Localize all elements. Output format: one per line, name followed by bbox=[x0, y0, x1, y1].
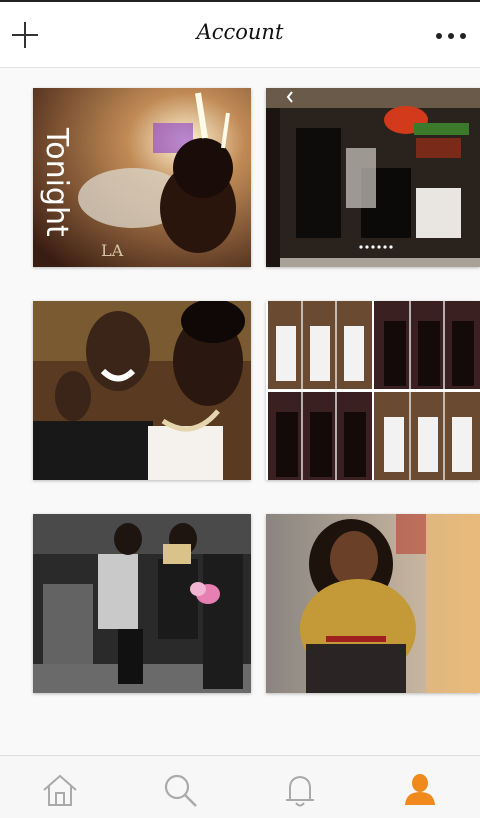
photo-tile-6[interactable] bbox=[266, 514, 480, 693]
photo-image bbox=[266, 301, 480, 480]
photo-image: Tonight LA bbox=[33, 88, 251, 267]
photo-grid: Tonight LA bbox=[0, 68, 480, 755]
photo-image bbox=[33, 301, 251, 480]
photo-tile-5[interactable] bbox=[33, 514, 251, 693]
tab-notifications[interactable] bbox=[280, 770, 320, 810]
photo-image bbox=[266, 88, 480, 267]
photo-tile-2[interactable] bbox=[266, 88, 480, 267]
person-icon bbox=[405, 774, 435, 805]
page-title: Account bbox=[196, 20, 284, 44]
bottom-tab-bar bbox=[0, 755, 480, 818]
photo-tile-1[interactable]: Tonight LA bbox=[33, 88, 251, 267]
photo-tile-4[interactable] bbox=[266, 301, 480, 480]
photo-caption: Tonight bbox=[39, 127, 74, 237]
app-header: Account bbox=[0, 0, 480, 68]
home-icon bbox=[43, 774, 77, 806]
bell-icon bbox=[286, 775, 314, 807]
tab-search[interactable] bbox=[160, 770, 200, 810]
photo-image bbox=[33, 514, 251, 693]
photo-tile-3[interactable] bbox=[33, 301, 251, 480]
tab-profile[interactable] bbox=[400, 770, 440, 810]
more-dots-icon[interactable] bbox=[436, 33, 466, 39]
tab-home[interactable] bbox=[40, 770, 80, 810]
photo-image bbox=[266, 514, 480, 693]
search-icon bbox=[164, 774, 197, 807]
photo-overlay-letters: LA bbox=[101, 241, 124, 260]
